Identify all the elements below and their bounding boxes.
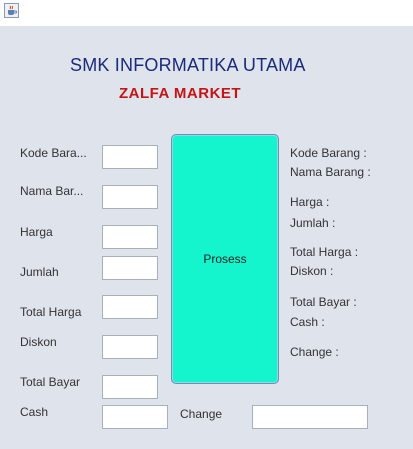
output-cash: Cash : — [290, 315, 325, 329]
output-diskon: Diskon : — [290, 264, 334, 278]
output-change: Change : — [290, 345, 339, 359]
java-coffee-icon[interactable] — [4, 3, 19, 18]
output-harga: Harga : — [290, 195, 330, 209]
diskon-field[interactable] — [102, 335, 158, 359]
total-harga-field[interactable] — [102, 295, 158, 319]
total-bayar-label: Total Bayar — [20, 375, 81, 389]
prosess-button[interactable]: Prosess — [171, 134, 279, 384]
output-total-harga: Total Harga : — [290, 245, 359, 259]
output-kode-barang: Kode Barang : — [290, 146, 367, 160]
output-total-bayar: Total Bayar : — [290, 295, 357, 309]
jumlah-label: Jumlah — [20, 265, 59, 279]
change-label: Change — [180, 407, 223, 421]
diskon-label: Diskon — [20, 335, 57, 349]
kode-barang-label: Kode Bara... — [20, 146, 87, 160]
cash-label: Cash — [20, 405, 49, 419]
title-bar — [0, 0, 413, 26]
cash-field[interactable] — [102, 405, 168, 429]
nama-barang-label: Nama Bar... — [20, 184, 84, 198]
harga-label: Harga — [20, 225, 53, 239]
output-nama-barang: Nama Barang : — [290, 165, 371, 179]
jumlah-field[interactable] — [102, 256, 158, 280]
kode-barang-field[interactable] — [102, 145, 158, 169]
output-jumlah: Jumlah : — [290, 216, 336, 230]
school-title: SMK INFORMATIKA UTAMA — [70, 55, 306, 75]
change-field[interactable] — [252, 405, 368, 429]
total-bayar-field[interactable] — [102, 375, 158, 399]
nama-barang-field[interactable] — [102, 185, 158, 209]
total-harga-label: Total Harga — [20, 305, 82, 319]
harga-field[interactable] — [102, 225, 158, 249]
store-title: ZALFA MARKET — [119, 85, 242, 102]
